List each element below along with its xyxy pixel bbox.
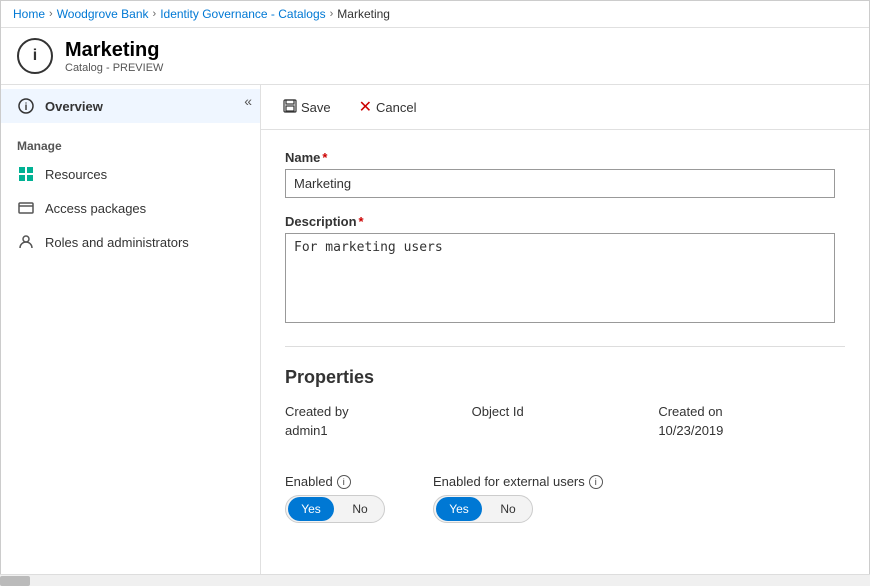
cancel-icon: ✕ [359, 97, 372, 117]
svg-text:i: i [25, 102, 28, 113]
created-by-col: Created by admin1 [285, 404, 472, 454]
external-toggle[interactable]: Yes No [433, 495, 533, 523]
page-title: Marketing [65, 39, 163, 62]
access-packages-icon [17, 199, 35, 217]
sidebar-collapse-button[interactable]: « [244, 93, 252, 109]
header-icon: i [17, 38, 53, 74]
sidebar: « i Overview Manage Resources [1, 85, 261, 583]
cancel-label: Cancel [376, 100, 416, 115]
breadcrumb-current: Marketing [337, 7, 390, 21]
save-label: Save [301, 100, 331, 115]
sidebar-item-resources[interactable]: Resources [1, 157, 260, 191]
cancel-button[interactable]: ✕ Cancel [353, 93, 423, 121]
toolbar: Save ✕ Cancel [261, 85, 869, 130]
save-button[interactable]: Save [277, 95, 337, 120]
external-no-option[interactable]: No [484, 496, 532, 522]
enabled-info-icon[interactable]: i [337, 475, 351, 489]
description-label: Description * [285, 214, 845, 229]
name-required: * [322, 150, 327, 165]
save-icon [283, 99, 297, 116]
title-block: Marketing Catalog - PREVIEW [65, 39, 163, 74]
resources-icon [17, 165, 35, 183]
enabled-label: Enabled i [285, 474, 385, 489]
external-toggle-group: Enabled for external users i Yes No [433, 474, 603, 523]
form-area: Name * Description * Properties Created … [261, 130, 869, 543]
created-on-col: Created on 10/23/2019 [658, 404, 845, 454]
content-area: Save ✕ Cancel Name * Description * [261, 85, 869, 583]
created-by-value: admin1 [285, 423, 472, 438]
toggles-row: Enabled i Yes No Enabled for external us… [285, 474, 845, 523]
info-icon: i [17, 97, 35, 115]
section-separator [285, 346, 845, 347]
roles-icon [17, 233, 35, 251]
external-info-icon[interactable]: i [589, 475, 603, 489]
name-label: Name * [285, 150, 845, 165]
external-yes-option[interactable]: Yes [436, 497, 482, 521]
enabled-toggle-group: Enabled i Yes No [285, 474, 385, 523]
enabled-yes-option[interactable]: Yes [288, 497, 334, 521]
created-by-label: Created by [285, 404, 472, 419]
enabled-toggle[interactable]: Yes No [285, 495, 385, 523]
breadcrumb-woodgrove[interactable]: Woodgrove Bank [57, 7, 149, 21]
breadcrumb-sep-2: › [153, 8, 157, 20]
sidebar-roles-label: Roles and administrators [45, 235, 189, 250]
scrollbar-thumb[interactable] [0, 576, 30, 586]
breadcrumb: Home › Woodgrove Bank › Identity Governa… [1, 1, 869, 28]
main-layout: « i Overview Manage Resources [1, 85, 869, 583]
name-input[interactable] [285, 169, 835, 198]
sidebar-access-packages-label: Access packages [45, 201, 146, 216]
page-subtitle: Catalog - PREVIEW [65, 62, 163, 74]
properties-grid: Created by admin1 Object Id Created on 1… [285, 404, 845, 454]
name-group: Name * [285, 150, 845, 198]
sidebar-item-overview[interactable]: i Overview [1, 89, 260, 123]
sidebar-overview-label: Overview [45, 99, 103, 114]
page-header: i Marketing Catalog - PREVIEW [1, 28, 869, 85]
properties-title: Properties [285, 367, 845, 388]
object-id-label: Object Id [472, 404, 659, 419]
breadcrumb-catalogs[interactable]: Identity Governance - Catalogs [160, 7, 325, 21]
sidebar-item-roles[interactable]: Roles and administrators [1, 225, 260, 259]
description-textarea[interactable] [285, 233, 835, 323]
external-label: Enabled for external users i [433, 474, 603, 489]
description-group: Description * [285, 214, 845, 326]
enabled-no-option[interactable]: No [336, 496, 384, 522]
sidebar-item-access-packages[interactable]: Access packages [1, 191, 260, 225]
created-on-label: Created on [658, 404, 845, 419]
created-on-value: 10/23/2019 [658, 423, 845, 438]
object-id-col: Object Id [472, 404, 659, 454]
description-required: * [359, 214, 364, 229]
breadcrumb-home[interactable]: Home [13, 7, 45, 21]
breadcrumb-sep-1: › [49, 8, 53, 20]
sidebar-manage-label: Manage [1, 123, 260, 157]
horizontal-scrollbar[interactable] [0, 574, 870, 586]
sidebar-resources-label: Resources [45, 167, 107, 182]
breadcrumb-sep-3: › [330, 8, 334, 20]
